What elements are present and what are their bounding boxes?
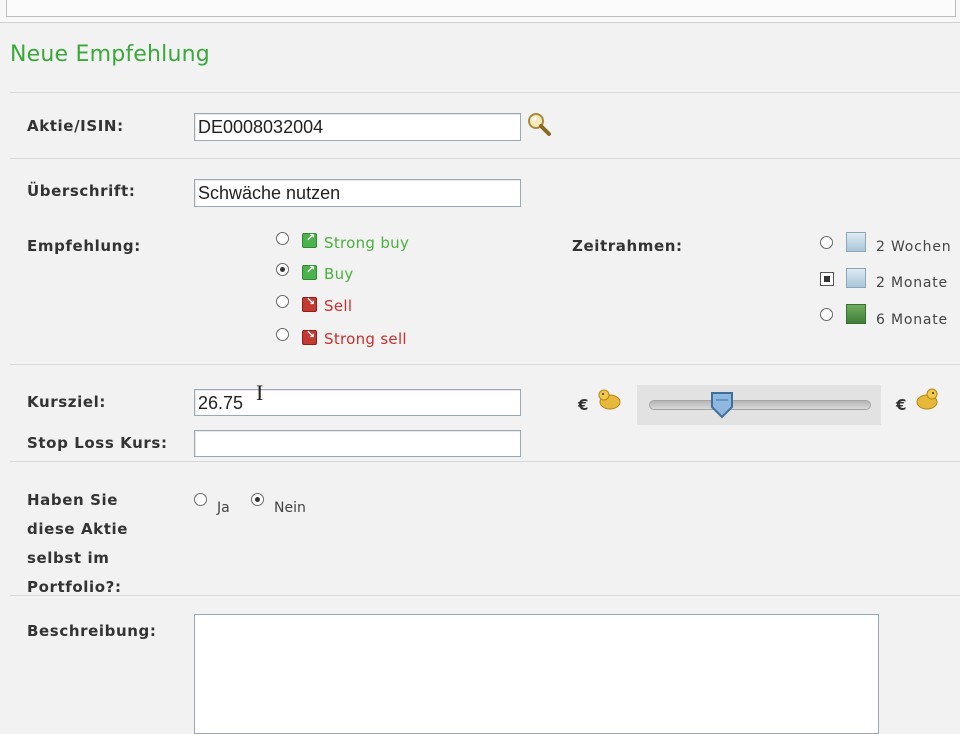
- price-slider-thumb[interactable]: [710, 391, 734, 419]
- headline-input[interactable]: Schwäche nutzen: [194, 179, 521, 207]
- portfolio-question-line: selbst im: [27, 549, 110, 567]
- bear-icon: [596, 386, 621, 410]
- portfolio-question-line: Portfolio?:: [27, 578, 122, 596]
- nein-label[interactable]: Nein: [274, 500, 306, 516]
- radio-sell[interactable]: [276, 295, 289, 308]
- recommendation-label: Empfehlung:: [27, 237, 141, 255]
- divider: [10, 364, 960, 365]
- strong-buy-icon: ↗: [302, 231, 317, 248]
- radio-2-wochen[interactable]: [820, 236, 833, 249]
- sell-icon: ↘: [302, 295, 317, 312]
- divider: [10, 158, 960, 159]
- strong-sell-icon: ↘: [302, 328, 317, 345]
- portfolio-question: Haben Sie diese Aktie selbst im Portfoli…: [27, 486, 128, 602]
- divider: [10, 92, 960, 93]
- ja-label[interactable]: Ja: [217, 500, 230, 516]
- timeframe-label: Zeitrahmen:: [572, 237, 683, 255]
- headline-label: Überschrift:: [27, 182, 136, 200]
- description-label: Beschreibung:: [27, 622, 157, 640]
- target-value: 26.75: [198, 393, 244, 413]
- currency-symbol-left: €: [578, 396, 589, 414]
- description-textarea[interactable]: [194, 614, 879, 734]
- section-title: Neue Empfehlung: [10, 42, 210, 67]
- target-input[interactable]: 26.75: [194, 389, 521, 416]
- divider: [10, 461, 960, 462]
- strong-sell-label[interactable]: Strong sell: [324, 330, 407, 348]
- radio-buy[interactable]: [276, 263, 289, 276]
- sell-label[interactable]: Sell: [324, 297, 352, 315]
- divider: [10, 595, 960, 596]
- stoploss-label: Stop Loss Kurs:: [27, 434, 168, 452]
- calendar-icon: [846, 232, 866, 252]
- portfolio-question-line: Haben Sie: [27, 491, 119, 509]
- buy-label[interactable]: Buy: [324, 265, 354, 283]
- isin-label: Aktie/ISIN:: [27, 117, 124, 135]
- price-slider-track[interactable]: [649, 400, 871, 410]
- isin-input[interactable]: DE0008032004: [194, 113, 521, 141]
- top-bar: [0, 0, 960, 23]
- calendar-icon: [846, 268, 866, 288]
- buy-icon: ↗: [302, 263, 317, 280]
- timeframe-2-wochen-label[interactable]: 2 Wochen: [876, 239, 951, 255]
- timeframe-2-monate-label[interactable]: 2 Monate: [876, 275, 948, 291]
- text-cursor-icon: I: [256, 380, 264, 405]
- portfolio-question-line: diese Aktie: [27, 520, 129, 538]
- radio-ja[interactable]: [194, 493, 207, 506]
- search-icon[interactable]: [526, 111, 552, 137]
- target-label: Kursziel:: [27, 393, 106, 411]
- bull-icon: [914, 386, 938, 410]
- stoploss-input[interactable]: [194, 430, 521, 457]
- radio-nein[interactable]: [251, 493, 264, 506]
- strong-buy-label[interactable]: Strong buy: [324, 234, 409, 252]
- top-bar-frame: [6, 0, 956, 17]
- radio-strong-buy[interactable]: [276, 232, 289, 245]
- radio-2-monate[interactable]: [820, 272, 834, 286]
- radio-strong-sell[interactable]: [276, 328, 289, 341]
- radio-6-monate[interactable]: [820, 308, 833, 321]
- landscape-icon: [846, 304, 866, 324]
- timeframe-6-monate-label[interactable]: 6 Monate: [876, 312, 948, 328]
- currency-symbol-right: €: [896, 396, 907, 414]
